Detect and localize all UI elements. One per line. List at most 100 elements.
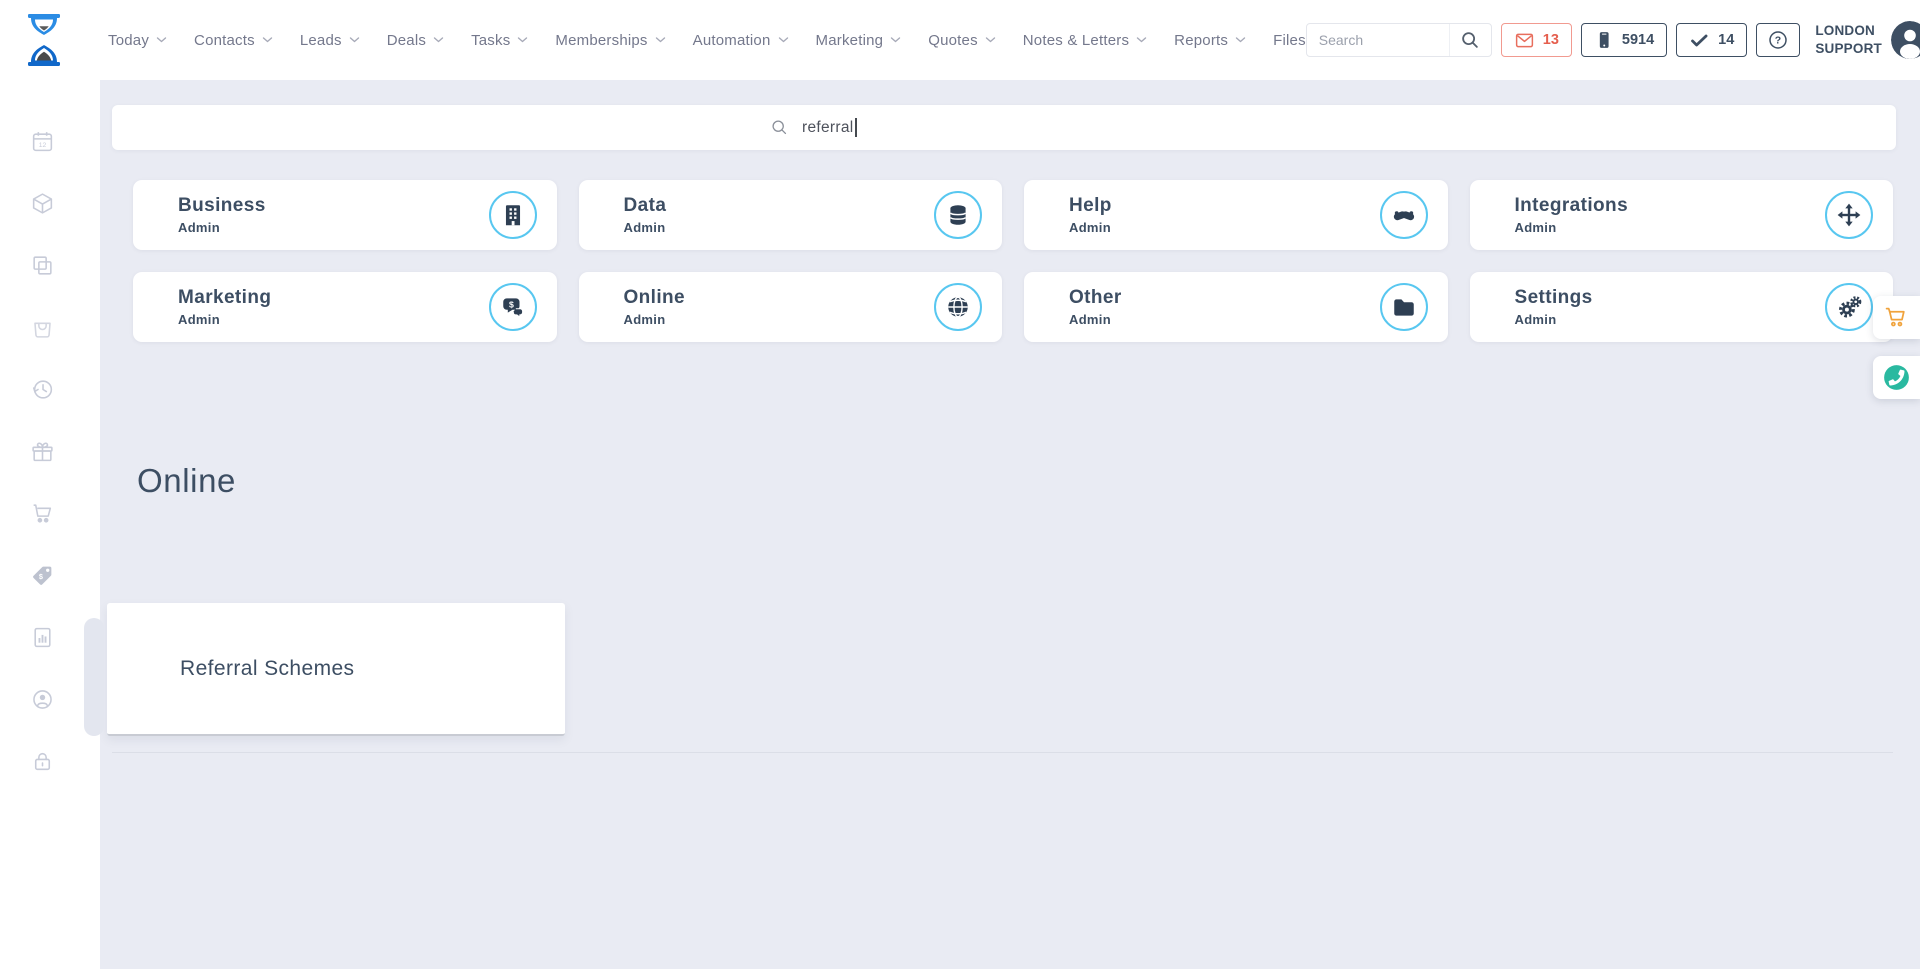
card-title: Settings [1515, 287, 1593, 309]
admin-search-bar[interactable]: referral [112, 105, 1896, 150]
admin-cards-grid: Business Admin Data Admin [133, 180, 1893, 342]
handshake-icon [1391, 202, 1417, 228]
nav-item-label: Files [1273, 32, 1306, 49]
nav-item-label: Automation [693, 32, 771, 49]
nav-item-notes-letters[interactable]: Notes & Letters [1023, 32, 1147, 49]
sidebar-item-products[interactable] [0, 172, 84, 234]
user-name: LONDON SUPPORT [1815, 22, 1882, 57]
search-submit-button[interactable] [1449, 23, 1491, 57]
card-icon-circle [1825, 191, 1873, 239]
chevron-down-icon [985, 36, 996, 44]
nav-item-quotes[interactable]: Quotes [928, 32, 996, 49]
sidebar-item-orders[interactable] [0, 296, 84, 358]
nav-item-label: Notes & Letters [1023, 32, 1129, 49]
help-button[interactable]: ? [1756, 23, 1800, 57]
globe-icon [945, 294, 971, 320]
tasks-counter-badge[interactable]: 14 [1676, 23, 1747, 57]
nav-item-marketing[interactable]: Marketing [816, 32, 902, 49]
sidebar-item-security[interactable] [0, 730, 84, 792]
nav-item-leads[interactable]: Leads [300, 32, 360, 49]
sidebar-item-promotions[interactable]: $ [0, 544, 84, 606]
calendar-icon: 12 [30, 129, 55, 154]
copy-icon [30, 253, 55, 278]
nav-item-memberships[interactable]: Memberships [555, 32, 665, 49]
card-icon-circle [489, 191, 537, 239]
app-logo[interactable] [22, 12, 66, 68]
search-icon [1459, 29, 1481, 51]
nav-item-label: Contacts [194, 32, 255, 49]
sidebar-item-duplicates[interactable] [0, 234, 84, 296]
folder-icon [1391, 294, 1417, 320]
nav-item-deals[interactable]: Deals [387, 32, 444, 49]
card-subtitle: Admin [178, 220, 266, 235]
search-icon [769, 117, 790, 138]
avatar[interactable] [1891, 21, 1920, 59]
database-icon [945, 202, 971, 228]
sidebar-item-reports[interactable] [0, 606, 84, 668]
card-title: Online [624, 287, 686, 309]
card-data-admin[interactable]: Data Admin [579, 180, 1003, 250]
nav-item-automation[interactable]: Automation [693, 32, 789, 49]
card-icon-circle [1380, 191, 1428, 239]
card-icon-circle: $ [489, 283, 537, 331]
price-tag-icon: $ [30, 563, 55, 588]
result-referral-schemes[interactable]: Referral Schemes [107, 603, 565, 736]
global-search-input[interactable] [1307, 32, 1449, 48]
admin-search-inner: referral [769, 105, 1239, 150]
floating-cart-tab[interactable] [1873, 296, 1920, 339]
cube-icon [30, 191, 55, 216]
shopping-bag-icon [30, 315, 55, 340]
help-circle-icon: ? [1766, 28, 1790, 52]
section-title: Online [137, 462, 236, 500]
topbar: Today Contacts Leads Deals Tasks Members… [0, 0, 1920, 80]
chevron-down-icon [778, 36, 789, 44]
chevron-down-icon [890, 36, 901, 44]
card-business-admin[interactable]: Business Admin [133, 180, 557, 250]
card-text: Marketing Admin [178, 287, 271, 327]
sidebar-scrollbar-thumb[interactable] [84, 618, 104, 736]
nav-item-label: Tasks [471, 32, 510, 49]
nav-item-today[interactable]: Today [108, 32, 167, 49]
phone-icon [1883, 364, 1910, 391]
nav-item-contacts[interactable]: Contacts [194, 32, 273, 49]
card-online-admin[interactable]: Online Admin [579, 272, 1003, 342]
phone-count: 5914 [1622, 32, 1654, 48]
card-integrations-admin[interactable]: Integrations Admin [1470, 180, 1894, 250]
card-text: Help Admin [1069, 195, 1112, 235]
card-help-admin[interactable]: Help Admin [1024, 180, 1448, 250]
nav-item-reports[interactable]: Reports [1174, 32, 1246, 49]
chevron-down-icon [156, 36, 167, 44]
result-label: Referral Schemes [107, 657, 354, 681]
svg-text:?: ? [1775, 35, 1781, 47]
card-subtitle: Admin [1515, 312, 1593, 327]
sidebar-item-shop[interactable] [0, 482, 84, 544]
section-divider [112, 752, 1893, 753]
card-subtitle: Admin [1069, 312, 1122, 327]
admin-search-value[interactable]: referral [802, 119, 854, 137]
move-arrows-icon [1836, 202, 1862, 228]
card-other-admin[interactable]: Other Admin [1024, 272, 1448, 342]
sidebar-item-rewards[interactable] [0, 420, 84, 482]
nav-item-tasks[interactable]: Tasks [471, 32, 528, 49]
email-counter-badge[interactable]: 13 [1501, 23, 1572, 57]
nav-item-label: Reports [1174, 32, 1228, 49]
chevron-down-icon [655, 36, 666, 44]
sidebar-item-history[interactable] [0, 358, 84, 420]
nav-item-files[interactable]: Files [1273, 32, 1306, 49]
floating-phone-tab[interactable] [1873, 356, 1920, 399]
card-icon-circle [1825, 283, 1873, 331]
sidebar-item-calendar[interactable]: 12 [0, 110, 84, 172]
nav-item-label: Deals [387, 32, 426, 49]
card-settings-admin[interactable]: Settings Admin [1470, 272, 1894, 342]
card-title: Marketing [178, 287, 271, 309]
sidebar-item-account[interactable] [0, 668, 84, 730]
main-nav: Today Contacts Leads Deals Tasks Members… [108, 32, 1306, 49]
card-title: Business [178, 195, 266, 217]
phone-counter-badge[interactable]: 5914 [1581, 23, 1667, 57]
svg-text:$: $ [38, 572, 42, 581]
card-text: Integrations Admin [1515, 195, 1629, 235]
hourglass-logo-icon [22, 12, 66, 68]
card-subtitle: Admin [1069, 220, 1112, 235]
card-marketing-admin[interactable]: Marketing Admin $ [133, 272, 557, 342]
user-menu[interactable]: LONDON SUPPORT [1815, 21, 1920, 59]
